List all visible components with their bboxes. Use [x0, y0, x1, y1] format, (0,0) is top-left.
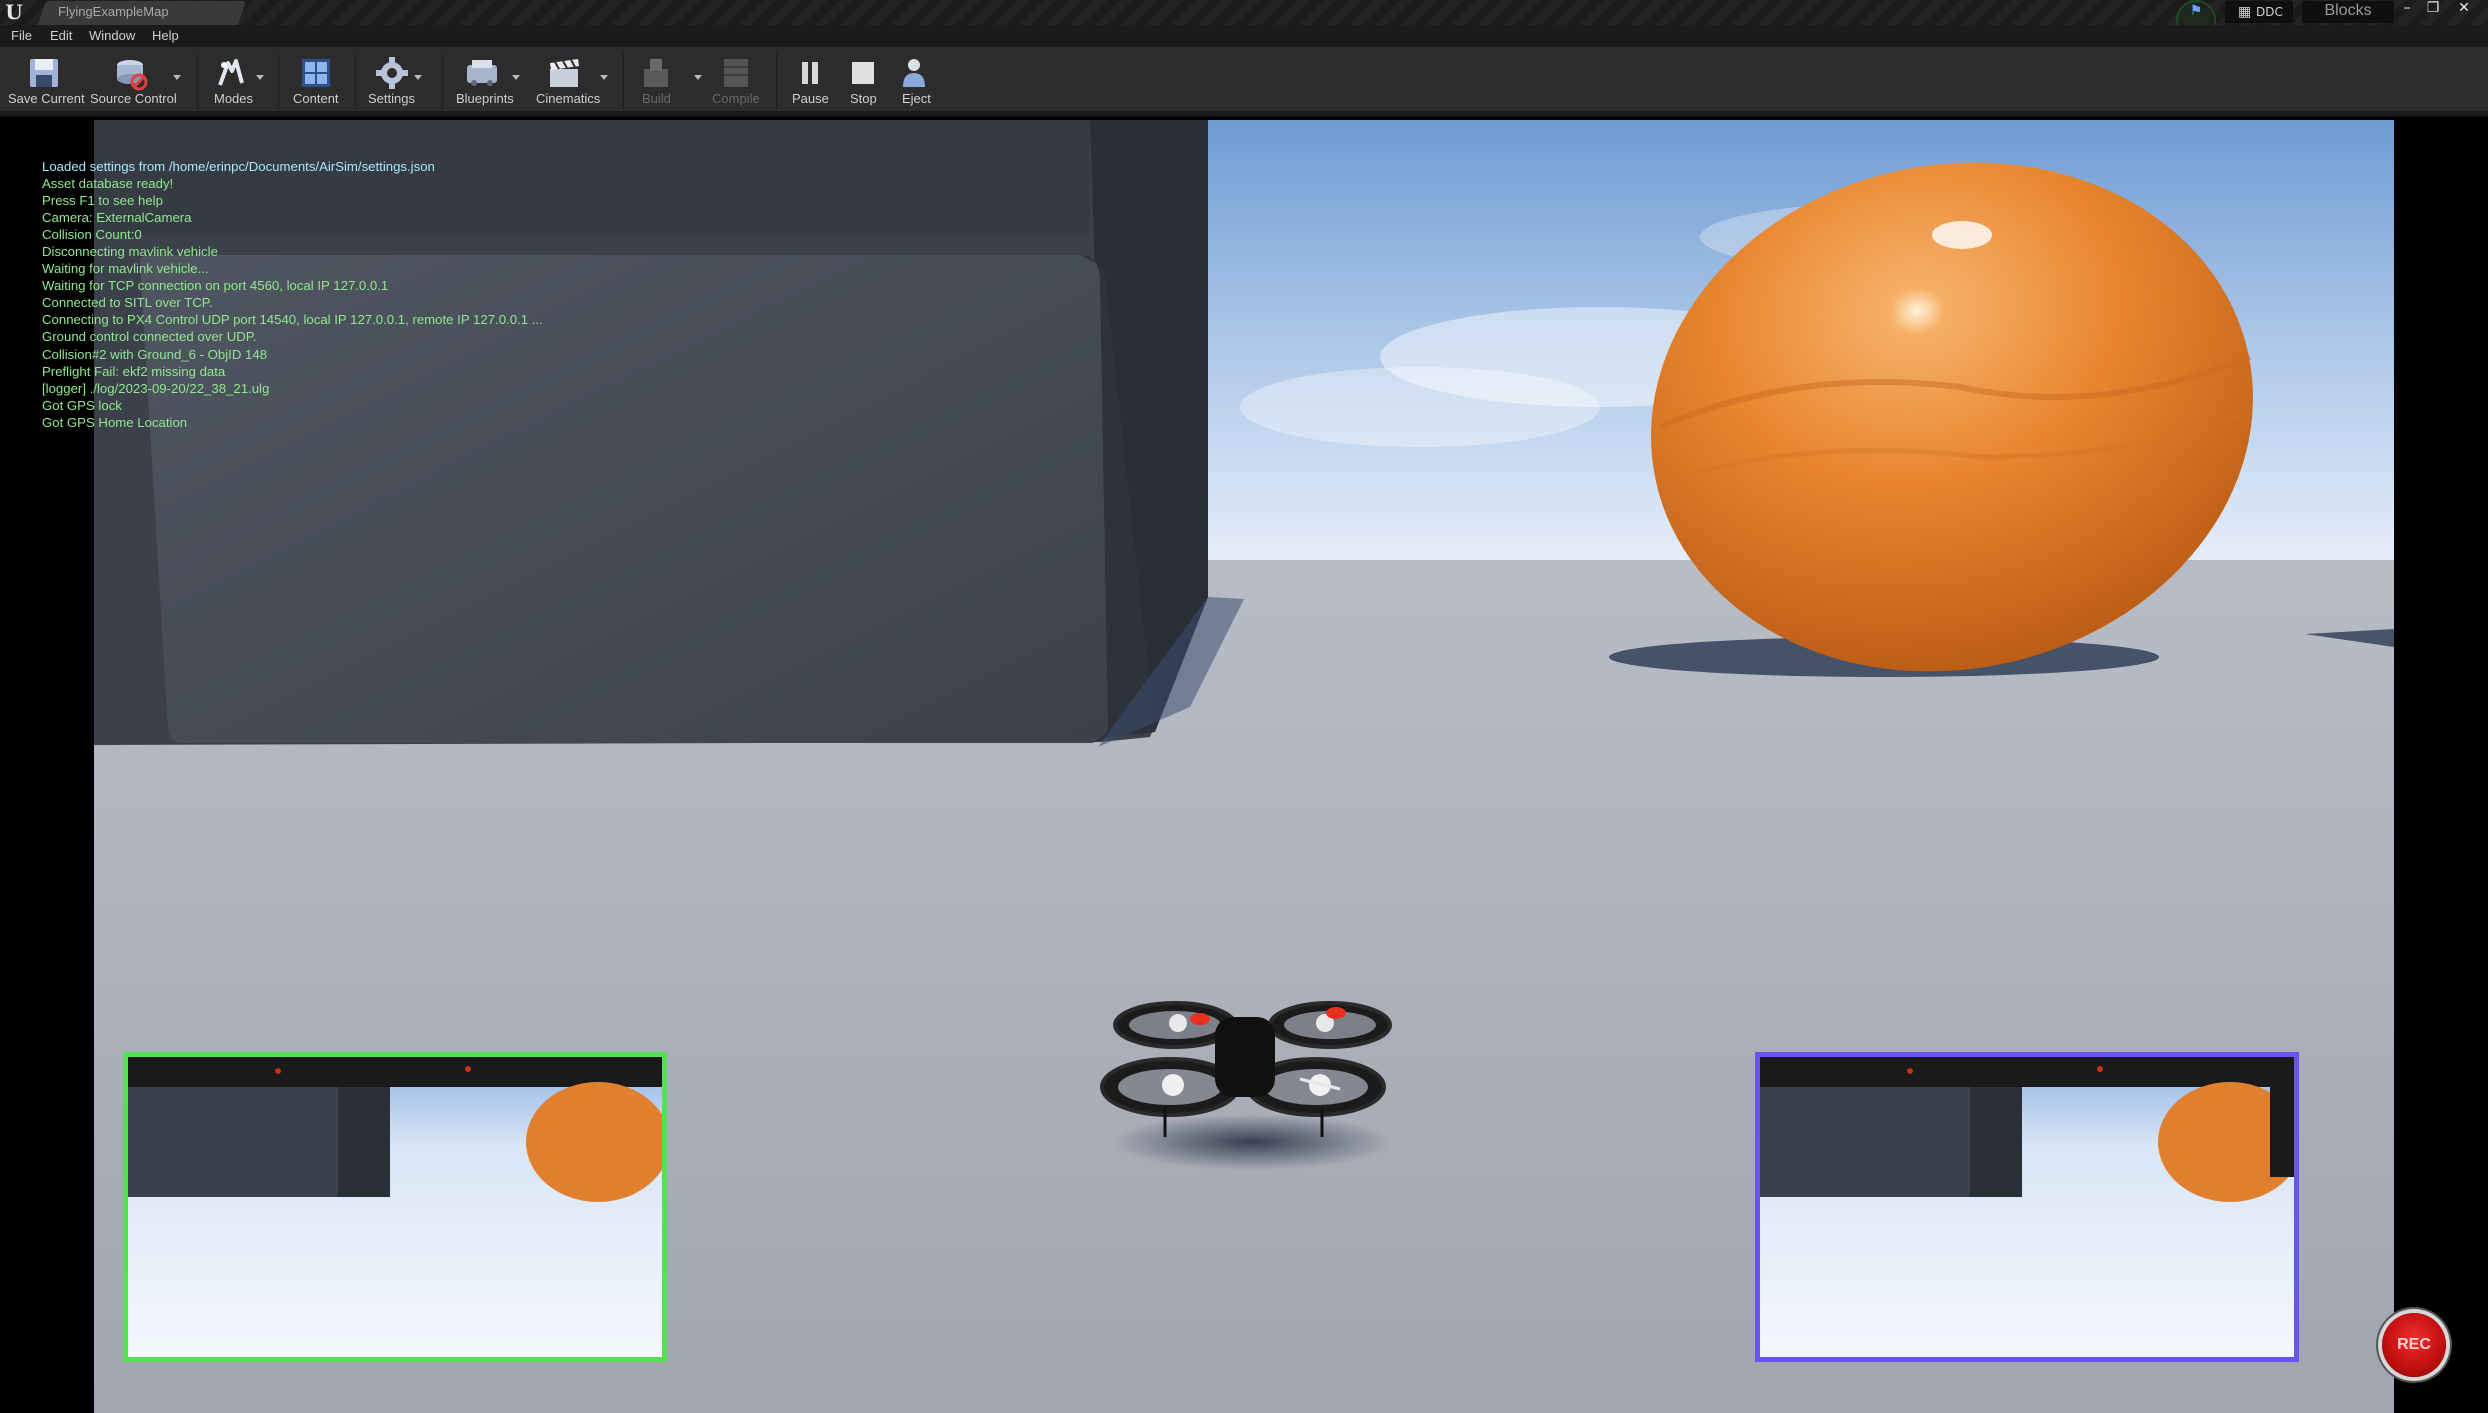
toolbar-separator: [623, 53, 624, 109]
menu-bar: File Edit Window Help: [0, 25, 2488, 47]
cinematics-label: Cinematics: [536, 91, 601, 106]
save-current-label: Save Current: [8, 91, 85, 106]
pause-button[interactable]: Pause: [790, 47, 830, 111]
log-line: Connecting to PX4 Control UDP port 14540…: [42, 312, 543, 328]
toolbar-separator: [197, 53, 198, 109]
ddc-icon: ▦: [2238, 4, 2252, 20]
eject-pawn-icon: [903, 59, 925, 87]
log-line: Collision Count:0: [42, 227, 142, 243]
chevron-down-icon[interactable]: [414, 75, 422, 80]
toolbar-separator: [776, 53, 777, 109]
build-label: Build: [642, 91, 671, 106]
log-line: Loaded settings from /home/erinpc/Docume…: [42, 159, 435, 174]
record-button[interactable]: REC: [2382, 1313, 2446, 1377]
modes-button[interactable]: Modes: [206, 47, 266, 111]
content-browser-icon: [302, 59, 330, 87]
source-control-button[interactable]: Source Control: [86, 47, 186, 111]
restore-icon[interactable]: ❐: [2424, 0, 2442, 16]
simulation-log: Loaded settings from /home/erinpc/Docume…: [42, 158, 543, 431]
source-control-label: Source Control: [90, 91, 177, 106]
build-button[interactable]: Build: [632, 47, 702, 111]
chevron-down-icon[interactable]: [256, 75, 264, 80]
pause-icon: [802, 62, 818, 84]
project-name-label: Blocks: [2324, 2, 2372, 19]
log-line: Waiting for mavlink vehicle...: [42, 261, 209, 277]
menu-help[interactable]: Help: [152, 28, 179, 43]
unreal-engine-logo-icon[interactable]: U: [3, 1, 25, 23]
menu-file[interactable]: File: [11, 28, 32, 43]
modes-icon: [218, 59, 244, 86]
toolbar-separator: [442, 53, 443, 109]
compile-button[interactable]: Compile: [710, 47, 766, 111]
content-label: Content: [293, 91, 339, 106]
log-line: Press F1 to see help: [42, 193, 163, 209]
blueprints-label: Blueprints: [456, 91, 514, 106]
log-line: [logger] ./log/2023-09-20/22_38_21.ulg: [42, 380, 270, 396]
log-line: Asset database ready!: [42, 176, 174, 192]
stop-icon: [852, 62, 874, 84]
level-editor-toolbar: Save Current Source Control Modes Conten…: [0, 47, 2488, 115]
log-line: Connected to SITL over TCP.: [42, 295, 213, 311]
compile-label: Compile: [712, 91, 760, 106]
right-camera-feed: [1760, 1057, 2294, 1357]
record-button-label: REC: [2397, 1336, 2431, 1353]
title-bar: U FlyingExampleMap ⚑ ▦ DDC Blocks – ❐ ✕: [0, 0, 2488, 40]
menu-window[interactable]: Window: [89, 28, 135, 43]
log-line: Got GPS Home Location: [42, 414, 188, 430]
subwindow-right-camera: [1755, 1052, 2299, 1362]
pause-label: Pause: [792, 91, 829, 106]
blueprints-button[interactable]: Blueprints: [452, 47, 522, 111]
log-line: Collision#2 with Ground_6 - ObjID 148: [42, 346, 268, 362]
menu-edit[interactable]: Edit: [50, 28, 72, 43]
minimize-icon[interactable]: –: [2398, 0, 2416, 16]
level-viewport[interactable]: Loaded settings from /home/erinpc/Docume…: [0, 117, 2488, 1413]
ddc-label: DDC: [2256, 5, 2283, 19]
left-camera-feed: [128, 1057, 662, 1357]
log-line: Ground control connected over UDP.: [42, 329, 257, 345]
build-icon: [644, 59, 668, 87]
source-control-icon: [117, 60, 148, 91]
log-line: Disconnecting mavlink vehicle: [42, 244, 218, 260]
level-tab-label: FlyingExampleMap: [58, 4, 169, 19]
eject-label: Eject: [902, 91, 931, 106]
cinematics-clapper-icon: [550, 59, 579, 87]
save-icon: [30, 59, 58, 87]
chevron-down-icon[interactable]: [600, 75, 608, 80]
modes-label: Modes: [214, 91, 254, 106]
log-line: Preflight Fail: ekf2 missing data: [42, 363, 226, 379]
chevron-down-icon[interactable]: [512, 75, 520, 80]
chevron-down-icon[interactable]: [173, 75, 181, 80]
content-button[interactable]: Content: [290, 47, 342, 111]
toolbar-separator: [278, 53, 279, 109]
toolbar-separator: [355, 53, 356, 109]
save-current-button[interactable]: Save Current: [4, 47, 85, 111]
chevron-down-icon[interactable]: [694, 75, 702, 80]
blueprints-icon: [467, 60, 497, 86]
settings-label: Settings: [368, 91, 415, 106]
stop-button[interactable]: Stop: [842, 47, 882, 111]
eject-button[interactable]: Eject: [894, 47, 934, 111]
log-line: Got GPS lock: [42, 397, 122, 413]
compile-icon: [724, 59, 748, 87]
stop-label: Stop: [850, 91, 877, 106]
settings-button[interactable]: Settings: [366, 47, 428, 111]
subwindow-left-camera: [123, 1052, 667, 1362]
notification-icon[interactable]: ⚑: [2188, 3, 2204, 19]
settings-gear-icon: [376, 57, 408, 89]
cinematics-button[interactable]: Cinematics: [530, 47, 610, 111]
log-line: Waiting for TCP connection on port 4560,…: [42, 278, 389, 294]
close-icon[interactable]: ✕: [2455, 0, 2473, 16]
log-line: Camera: ExternalCamera: [42, 210, 192, 226]
